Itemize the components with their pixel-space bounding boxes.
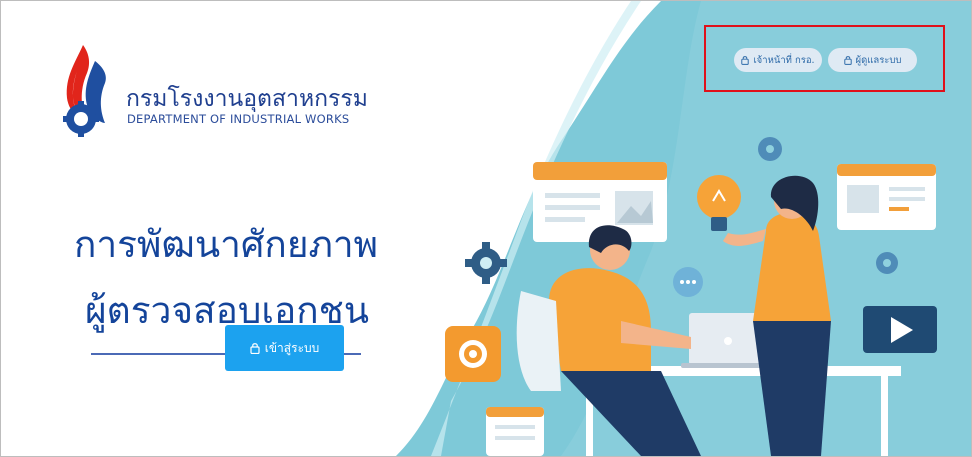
window-card-right	[837, 164, 936, 230]
document-card	[486, 407, 544, 456]
diw-logo	[63, 45, 106, 137]
highlight-box	[704, 25, 945, 92]
lock-icon	[250, 343, 260, 354]
chart-tile	[445, 326, 501, 382]
page-frame: กรมโรงงานอุตสาหกรรม DEPARTMENT OF INDUST…	[0, 0, 972, 457]
chat-bubble	[673, 267, 703, 297]
org-name-english: DEPARTMENT OF INDUSTRIAL WORKS	[127, 112, 350, 126]
hero-title-line1: การพัฒนาศักยภาพ	[74, 223, 379, 266]
login-button[interactable]: เข้าสู่ระบบ	[225, 325, 344, 371]
login-button-label: เข้าสู่ระบบ	[264, 340, 320, 355]
video-tile	[863, 306, 937, 353]
